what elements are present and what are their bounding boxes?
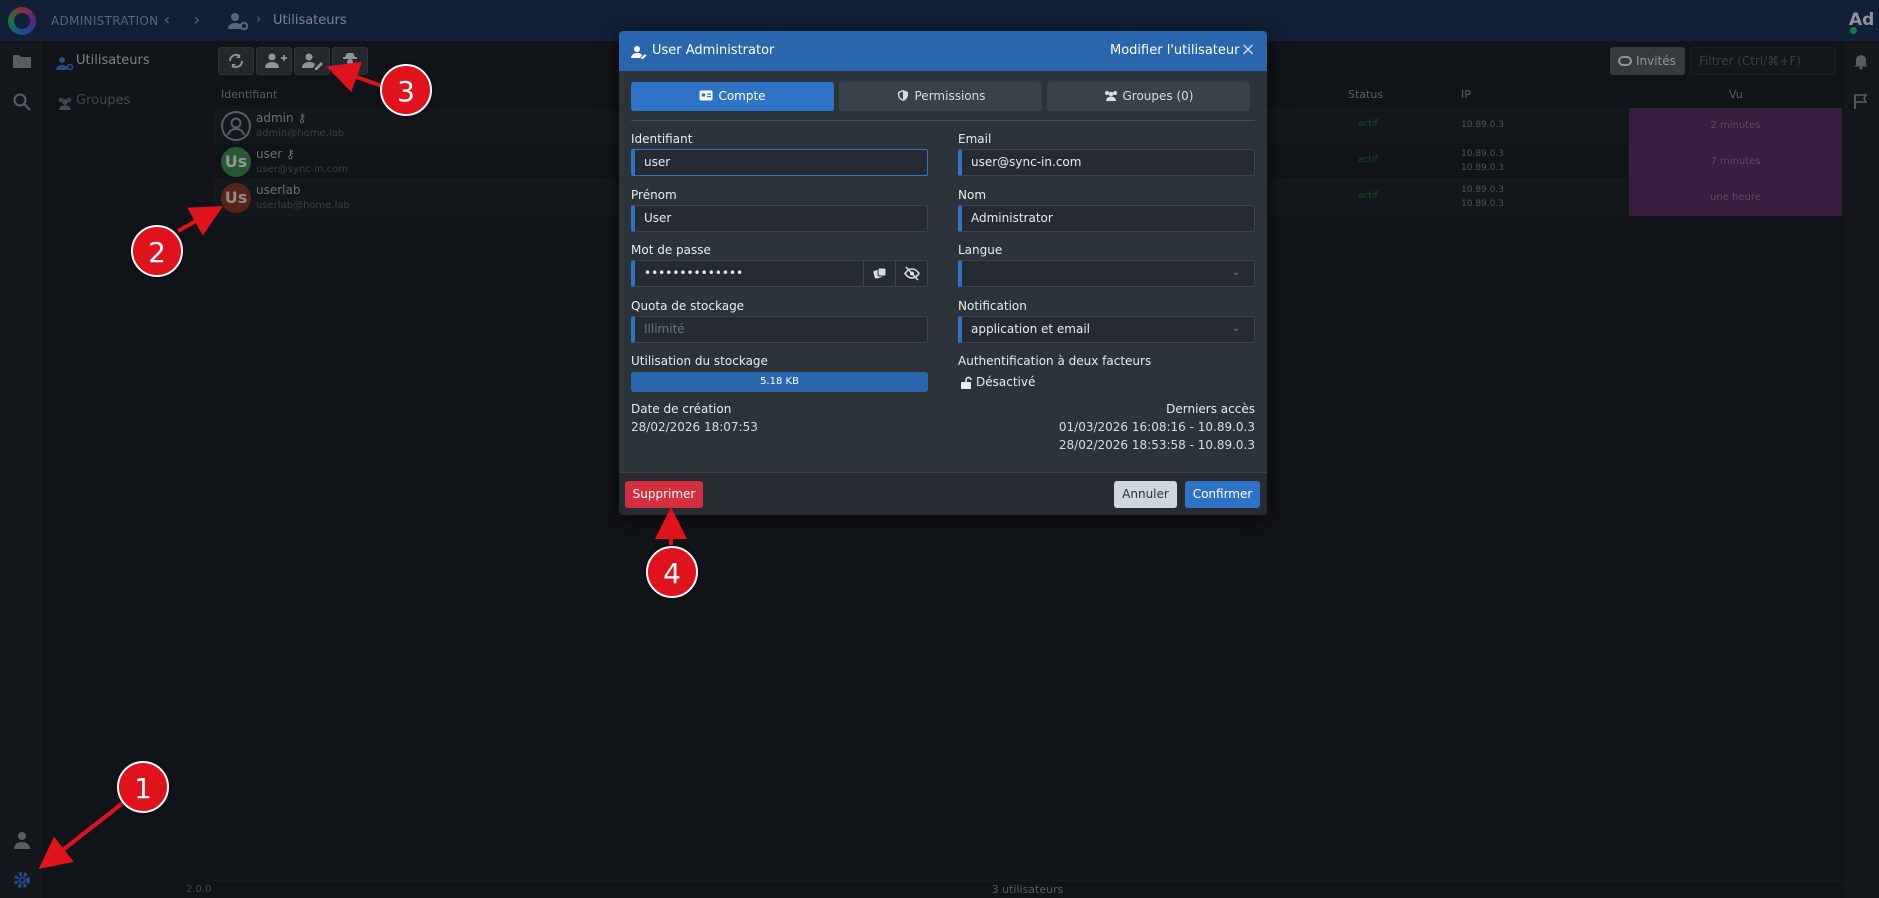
shield-icon (896, 83, 910, 101)
notification-value: application et email (971, 322, 1091, 336)
password-label: Mot de passe (631, 243, 711, 257)
lastname-label: Nom (958, 188, 987, 202)
dialog-title: User Administrator (652, 43, 775, 58)
users-group-icon (1104, 83, 1118, 101)
eye-slash-icon (904, 266, 920, 281)
tab-permissions[interactable]: Permissions (839, 82, 1042, 111)
tab-label: Groupes (0) (1122, 89, 1194, 103)
dialog-footer: Supprimer Annuler Confirmer (619, 472, 1267, 515)
two-factor-value: Désactivé (976, 375, 1036, 389)
annotation-marker: 1 (117, 761, 169, 813)
dice-icon (873, 267, 887, 279)
chevron-down-icon: ⌄ (1232, 267, 1241, 278)
language-select[interactable]: ⌄ (958, 260, 1255, 287)
tab-label: Compte (718, 89, 766, 103)
annotation-marker: 4 (646, 546, 698, 598)
edit-user-dialog: User Administrator Modifier l'utilisateu… (619, 31, 1267, 515)
notification-select[interactable]: application et email ⌄ (958, 316, 1255, 343)
language-label: Langue (958, 243, 1003, 257)
last-access-entry: 01/03/2026 16:08:16 - 10.89.0.3 (1058, 420, 1255, 434)
storage-usage-label: Utilisation du stockage (631, 354, 768, 368)
two-factor-label: Authentification à deux facteurs (958, 354, 1152, 368)
quota-field[interactable]: Illimité (631, 316, 928, 343)
identifier-field[interactable]: user (631, 149, 928, 176)
two-factor-status: Désactivé (958, 375, 1035, 389)
firstname-field[interactable]: User (631, 205, 928, 232)
tab-groups[interactable]: Groupes (0) (1047, 82, 1250, 111)
identifier-label: Identifiant (631, 132, 693, 146)
password-field[interactable]: •••••••••••••• (631, 260, 928, 287)
last-access-label: Derniers accès (1166, 402, 1255, 416)
annotation-marker: 2 (131, 225, 183, 277)
unlock-icon (960, 376, 972, 389)
notification-label: Notification (958, 299, 1027, 313)
close-icon[interactable]: × (1239, 41, 1257, 59)
last-access-entry: 28/02/2026 18:53:58 - 10.89.0.3 (1058, 438, 1255, 452)
email-field[interactable]: user@sync-in.com (958, 149, 1255, 176)
storage-usage-bar: 5.18 KB (631, 372, 928, 392)
chevron-down-icon: ⌄ (1232, 323, 1241, 334)
tab-account[interactable]: Compte (631, 82, 834, 111)
firstname-label: Prénom (631, 188, 677, 202)
lastname-field[interactable]: Administrator (958, 205, 1255, 232)
id-card-icon (699, 83, 713, 101)
annotation-marker: 3 (380, 64, 432, 116)
dialog-header: User Administrator Modifier l'utilisateu… (619, 31, 1267, 71)
toggle-password-visibility-button[interactable] (895, 261, 927, 286)
creation-date-value: 28/02/2026 18:07:53 (631, 420, 758, 434)
quota-label: Quota de stockage (631, 299, 745, 313)
confirm-button[interactable]: Confirmer (1185, 481, 1260, 508)
email-label: Email (958, 132, 992, 146)
password-value: •••••••••••••• (644, 266, 744, 280)
dialog-subtitle: Modifier l'utilisateur (1110, 43, 1240, 58)
tab-label: Permissions (914, 89, 986, 103)
cancel-button[interactable]: Annuler (1114, 481, 1177, 508)
delete-button[interactable]: Supprimer (625, 481, 703, 508)
tab-divider (631, 120, 1255, 121)
storage-usage-value: 5.18 KB (760, 376, 799, 387)
creation-date-label: Date de création (631, 402, 732, 416)
edit-user-icon (631, 44, 647, 60)
generate-password-button[interactable] (863, 261, 895, 286)
